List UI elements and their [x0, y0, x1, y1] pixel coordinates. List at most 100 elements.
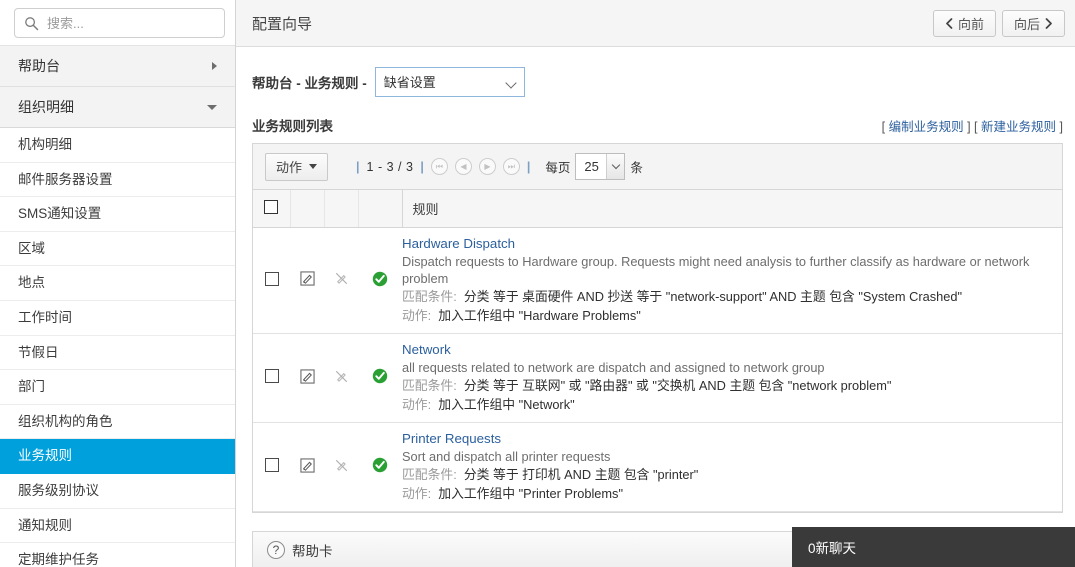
action-dropdown-button[interactable]: 动作 — [265, 152, 329, 181]
edit-icon[interactable] — [299, 368, 315, 384]
rules-panel: 动作 | 1 - 3 / 3 | ⏮ ◀ ▶ ⏭ | 每页 25 条 规则 Ha… — [252, 143, 1063, 513]
rule-action-value: 加入工作组中 "Hardware Problems" — [438, 307, 641, 323]
pager-bar-right: | — [420, 159, 424, 174]
chat-bar[interactable]: 0新聊天 — [792, 527, 1075, 567]
sidebar-item-label: 组织机构的角色 — [18, 413, 113, 429]
table-header-row: 规则 — [253, 190, 1062, 228]
sidebar-item-1[interactable]: 邮件服务器设置 — [0, 162, 235, 198]
row-edit-cell — [290, 422, 324, 512]
next-page-icon[interactable]: ▶ — [478, 158, 496, 175]
row-checkbox[interactable] — [264, 271, 279, 286]
bracket-open-2: [ — [974, 119, 978, 134]
sidebar-item-11[interactable]: 通知规则 — [0, 508, 235, 544]
previous-button-label: 向前 — [957, 16, 984, 32]
rule-criteria-label: 匹配条件: — [402, 466, 457, 482]
new-business-rule-link[interactable]: 新建业务规则 — [981, 120, 1056, 134]
sidebar-group-helpdesk[interactable]: 帮助台 — [0, 46, 235, 87]
chevron-right-icon — [212, 62, 217, 70]
sidebar-item-label: 节假日 — [18, 344, 59, 360]
header-select-all — [253, 190, 291, 228]
status-enabled-icon[interactable] — [372, 457, 388, 473]
chevron-down-icon — [207, 104, 217, 110]
sidebar-item-label: 部门 — [18, 379, 45, 395]
row-checkbox[interactable] — [264, 369, 279, 383]
sidebar-item-label: 区域 — [18, 240, 45, 256]
sidebar-item-label: 服务级别协议 — [18, 482, 99, 498]
next-button-label: 向后 — [1013, 16, 1040, 32]
sidebar-item-10[interactable]: 服务级别协议 — [0, 473, 235, 509]
row-status-cell — [358, 333, 402, 423]
sidebar-item-9[interactable]: 业务规则 — [0, 439, 235, 474]
breadcrumb: 帮助台 - 业务规则 - 缺省设置 — [236, 47, 1075, 97]
sidebar-item-3[interactable]: 区域 — [0, 231, 235, 267]
edit-icon[interactable] — [299, 271, 315, 286]
sidebar-item-6[interactable]: 节假日 — [0, 335, 235, 371]
prev-page-icon[interactable]: ◀ — [454, 158, 472, 175]
rule-action-label: 动作: — [402, 485, 432, 501]
sidebar-item-label: SMS通知设置 — [18, 206, 102, 222]
sidebar-item-label: 地点 — [18, 275, 45, 291]
search-input[interactable] — [45, 14, 224, 32]
help-card-label: 帮助卡 — [292, 543, 333, 559]
bracket-close-2: ] — [1059, 119, 1063, 134]
rule-criteria-line: 匹配条件: 分类 等于 打印机 AND 主题 包含 "printer" — [402, 465, 1062, 484]
rule-action-line: 动作: 加入工作组中 "Network" — [402, 395, 1062, 414]
bracket-open: [ — [881, 119, 886, 134]
search-box[interactable] — [14, 8, 225, 38]
row-select-cell — [253, 227, 290, 334]
status-enabled-icon[interactable] — [372, 271, 388, 287]
sidebar-item-12[interactable]: 定期维护任务 — [0, 543, 235, 567]
sidebar-item-7[interactable]: 部门 — [0, 370, 235, 405]
previous-button[interactable]: 向前 — [932, 9, 996, 37]
rule-criteria-label: 匹配条件: — [402, 377, 457, 393]
sidebar-item-8[interactable]: 组织机构的角色 — [0, 404, 235, 440]
settings-select[interactable]: 缺省设置 — [374, 67, 525, 97]
sidebar-item-4[interactable]: 地点 — [0, 266, 235, 301]
page-header: 配置向导 向前 向后 — [236, 0, 1075, 47]
sidebar-item-5[interactable]: 工作时间 — [0, 300, 235, 336]
header-rule: 规则 — [402, 190, 1062, 228]
list-actions: [ 编制业务规则 ] [ 新建业务规则 ] — [882, 116, 1063, 135]
row-disable-cell — [324, 422, 358, 512]
per-page-select[interactable]: 25 — [575, 153, 626, 180]
bracket-close: ] — [967, 119, 971, 134]
next-button[interactable]: 向后 — [1001, 9, 1065, 37]
rule-action-label: 动作: — [402, 396, 432, 412]
breadcrumb-text: 帮助台 - 业务规则 - — [252, 76, 367, 91]
rule-name-link[interactable]: Printer Requests — [402, 431, 1062, 446]
edit-business-rule-link[interactable]: 编制业务规则 — [889, 120, 964, 134]
sidebar-item-0[interactable]: 机构明细 — [0, 128, 235, 163]
chevron-left-icon — [946, 17, 953, 29]
first-page-icon[interactable]: ⏮ — [430, 158, 448, 175]
sidebar-group-organization[interactable]: 组织明细 — [0, 87, 235, 128]
disable-icon[interactable] — [334, 369, 349, 384]
disable-icon[interactable] — [334, 271, 349, 286]
rule-criteria-value: 分类 等于 互联网" 或 "路由器" 或 "交换机 AND 主题 包含 "net… — [463, 377, 892, 393]
rule-name-link[interactable]: Hardware Dispatch — [402, 236, 1062, 251]
edit-icon[interactable] — [299, 457, 315, 473]
settings-select-wrapper: 缺省设置 — [374, 67, 525, 97]
rule-description: all requests related to network are disp… — [402, 359, 825, 375]
disable-icon[interactable] — [334, 458, 349, 473]
chat-bar-label: 0新聊天 — [808, 541, 857, 556]
sidebar-search-container — [0, 0, 235, 46]
header-status — [358, 190, 403, 228]
sidebar-group-label: 帮助台 — [18, 57, 60, 74]
select-all-checkbox[interactable] — [264, 199, 279, 214]
question-circle-icon: ? — [267, 540, 285, 559]
grid-toolbar: 动作 | 1 - 3 / 3 | ⏮ ◀ ▶ ⏭ | 每页 25 条 — [253, 144, 1062, 190]
status-enabled-icon[interactable] — [372, 368, 388, 384]
pagination: | 1 - 3 / 3 | ⏮ ◀ ▶ ⏭ | 每页 25 条 — [356, 153, 643, 180]
row-checkbox[interactable] — [264, 458, 279, 472]
sidebar-item-label: 定期维护任务 — [18, 552, 99, 567]
per-page-value: 25 — [584, 159, 599, 174]
rule-name-link[interactable]: Network — [402, 342, 1062, 357]
table-row: Hardware Dispatch Dispatch requests to Ha… — [253, 227, 1062, 334]
last-page-icon[interactable]: ⏭ — [502, 158, 520, 175]
header-edit — [290, 190, 325, 228]
main-content: 配置向导 向前 向后 帮助台 - 业务规则 - 缺省设置 业务规则列表 [编制… — [236, 0, 1075, 567]
rule-action-value: 加入工作组中 "Printer Problems" — [438, 485, 623, 501]
sidebar: 帮助台 组织明细 机构明细邮件服务器设置 SMS通知设置区域地点工作时间节假日部门… — [0, 0, 236, 567]
sidebar-item-2[interactable]: SMS通知设置 — [0, 197, 235, 232]
list-title: 业务规则列表 — [252, 119, 333, 134]
